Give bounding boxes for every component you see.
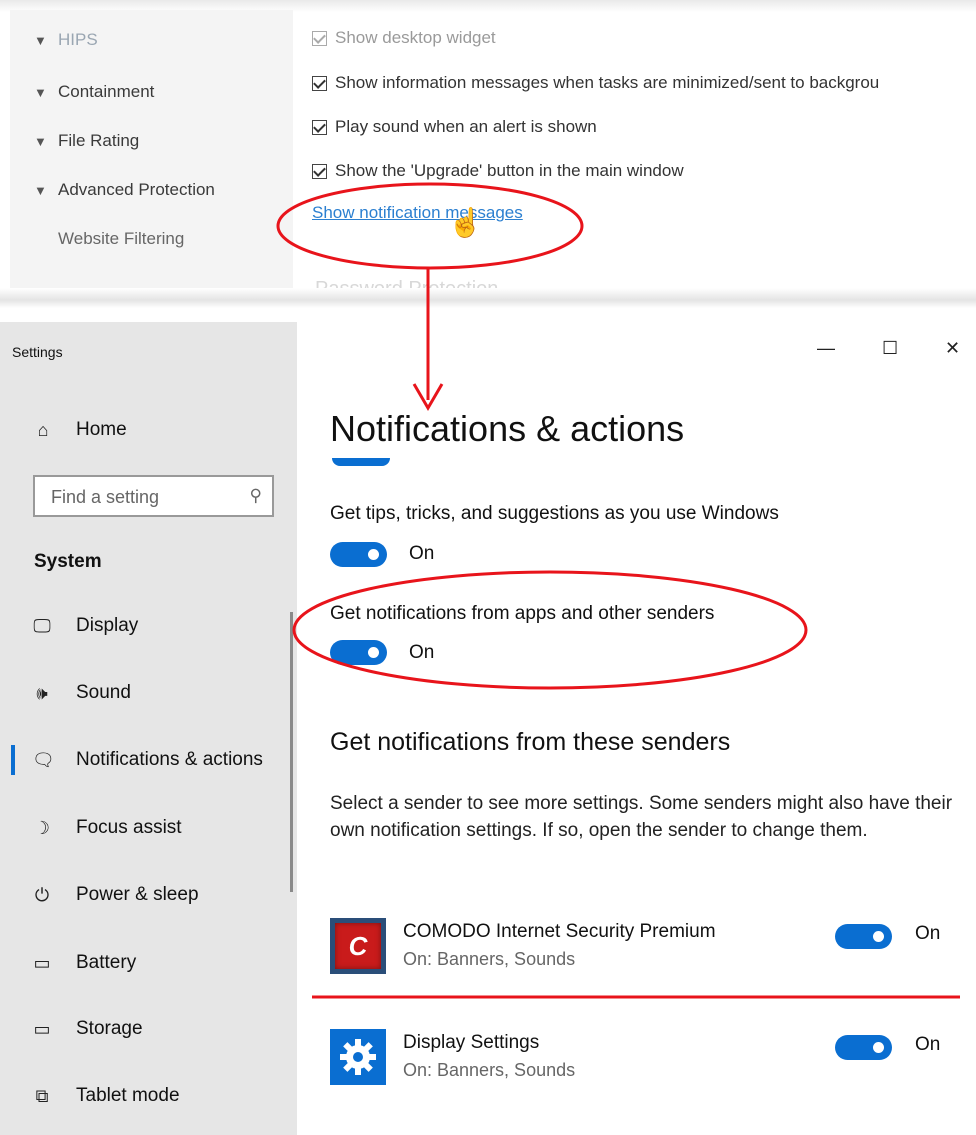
- setting-notifications-label: Get notifications from apps and other se…: [330, 603, 715, 624]
- checkbox-show-desktop-widget[interactable]: Show desktop widget: [312, 28, 496, 48]
- nav-label: Containment: [58, 82, 155, 101]
- sidebar-item-label: Tablet mode: [76, 1085, 180, 1106]
- checkbox-checked-icon[interactable]: [312, 75, 327, 91]
- tips-toggle-state: On: [409, 543, 435, 564]
- senders-section-title: Get notifications from these senders: [330, 728, 731, 756]
- power-icon: ⏻: [34, 884, 50, 905]
- sender-display-settings[interactable]: Display Settings On: Banners, Sounds On: [297, 1029, 976, 1089]
- checkbox-label: Show desktop widget: [335, 28, 496, 47]
- battery-icon: ▭: [33, 952, 51, 973]
- storage-icon: ▭: [33, 1018, 51, 1039]
- notification-icon: 🗨: [32, 749, 55, 770]
- monitor-icon: 🖵: [33, 615, 51, 636]
- checkbox-show-upgrade-button[interactable]: Show the 'Upgrade' button in the main wi…: [312, 161, 684, 181]
- moon-icon: ☽: [33, 817, 51, 838]
- speaker-icon: 🕪: [36, 682, 48, 703]
- window-title: Settings: [12, 344, 63, 360]
- search-icon: ⚲: [249, 486, 262, 505]
- nav-label: File Rating: [58, 131, 140, 150]
- checkbox-play-sound[interactable]: Play sound when an alert is shown: [312, 117, 597, 137]
- nav-label: Website Filtering: [58, 229, 185, 248]
- sidebar-item-tablet-mode[interactable]: ⧉ Tablet mode: [0, 1076, 297, 1116]
- comodo-nav-advanced-protection[interactable]: ▼ Advanced Protection: [34, 180, 215, 200]
- senders-description: Select a sender to see more settings. So…: [330, 793, 953, 841]
- sidebar-item-battery[interactable]: ▭ Battery: [0, 943, 297, 983]
- comodo-icon-letter: C: [335, 923, 381, 969]
- display-settings-toggle[interactable]: [835, 1035, 892, 1060]
- sidebar-item-label: Power & sleep: [76, 884, 199, 905]
- page-title: Notifications & actions: [330, 408, 685, 449]
- nav-label: Advanced Protection: [58, 180, 215, 199]
- sidebar-item-sound[interactable]: 🕪 Sound: [0, 673, 297, 713]
- checkbox-label: Show information messages when tasks are…: [335, 73, 880, 92]
- setting-tips-label: Get tips, tricks, and suggestions as you…: [330, 503, 779, 524]
- hand-cursor-icon: ☝: [448, 207, 483, 238]
- sidebar-section-title: System: [34, 551, 102, 572]
- sidebar-item-focus-assist[interactable]: ☽ Focus assist: [0, 808, 297, 848]
- chevron-down-icon: ▼: [34, 133, 47, 149]
- search-placeholder: Find a setting: [51, 487, 160, 507]
- settings-main: Notifications & actions Get tips, tricks…: [297, 322, 976, 1135]
- comodo-nav-file-rating[interactable]: ▼ File Rating: [34, 131, 139, 151]
- comodo-nav-website-filtering[interactable]: Website Filtering: [58, 229, 184, 249]
- comodo-icon: C: [330, 918, 386, 974]
- checkbox-checked-icon[interactable]: [312, 163, 327, 179]
- checkbox-checked-icon[interactable]: [312, 30, 327, 46]
- comodo-toggle[interactable]: [835, 924, 892, 949]
- chevron-down-icon: ▼: [34, 84, 47, 100]
- sidebar-item-label: Display: [76, 615, 139, 636]
- comodo-settings-crop: ▼ HIPS ▼ Containment ▼ File Rating ▼ Adv…: [0, 0, 976, 308]
- display-settings-toggle-state: On: [915, 1034, 941, 1055]
- sender-name: Display Settings: [403, 1032, 540, 1053]
- chevron-down-icon: ▼: [34, 32, 47, 48]
- sender-name: COMODO Internet Security Premium: [403, 921, 716, 942]
- checkbox-show-info-messages[interactable]: Show information messages when tasks are…: [312, 73, 879, 93]
- sidebar-item-label: Storage: [76, 1018, 143, 1039]
- nav-label: HIPS: [58, 30, 98, 49]
- torn-edge-bottom: [0, 288, 976, 308]
- partial-toggle[interactable]: [332, 458, 390, 466]
- comodo-nav-containment[interactable]: ▼ Containment: [34, 82, 154, 102]
- app-notifications-toggle[interactable]: [330, 640, 387, 665]
- find-setting-search[interactable]: Find a setting ⚲: [33, 475, 274, 517]
- sidebar-item-label: Focus assist: [76, 817, 182, 838]
- checkbox-checked-icon[interactable]: [312, 119, 327, 135]
- windows-settings-window: Settings — ☐ ✕ ⌂ Home Find a setting ⚲ S…: [0, 322, 976, 1135]
- sidebar-item-home[interactable]: ⌂ Home: [0, 410, 297, 450]
- sidebar-item-label: Battery: [76, 952, 137, 973]
- comodo-nav-hips[interactable]: ▼ HIPS: [34, 30, 98, 50]
- chevron-down-icon: ▼: [34, 182, 47, 198]
- sidebar-item-display[interactable]: 🖵 Display: [0, 606, 297, 646]
- sender-subtitle: On: Banners, Sounds: [403, 949, 576, 969]
- sidebar-item-label: Home: [76, 419, 127, 440]
- tips-toggle[interactable]: [330, 542, 387, 567]
- checkbox-label: Play sound when an alert is shown: [335, 117, 597, 136]
- checkbox-label: Show the 'Upgrade' button in the main wi…: [335, 161, 684, 180]
- comodo-toggle-state: On: [915, 923, 941, 944]
- sidebar-item-power-sleep[interactable]: ⏻ Power & sleep: [0, 875, 297, 915]
- tablet-icon: ⧉: [35, 1085, 49, 1106]
- sidebar-item-label: Notifications & actions: [76, 749, 263, 770]
- show-notification-messages-link[interactable]: Show notification messages: [312, 203, 523, 223]
- app-notifications-toggle-state: On: [409, 642, 435, 663]
- gear-icon: [330, 1029, 386, 1085]
- sender-comodo[interactable]: C COMODO Internet Security Premium On: B…: [297, 918, 976, 978]
- sender-subtitle: On: Banners, Sounds: [403, 1060, 576, 1080]
- sidebar-item-label: Sound: [76, 682, 131, 703]
- sidebar-item-notifications-actions[interactable]: 🗨 Notifications & actions: [0, 740, 297, 780]
- home-icon: ⌂: [37, 419, 49, 440]
- sidebar-item-storage[interactable]: ▭ Storage: [0, 1009, 297, 1049]
